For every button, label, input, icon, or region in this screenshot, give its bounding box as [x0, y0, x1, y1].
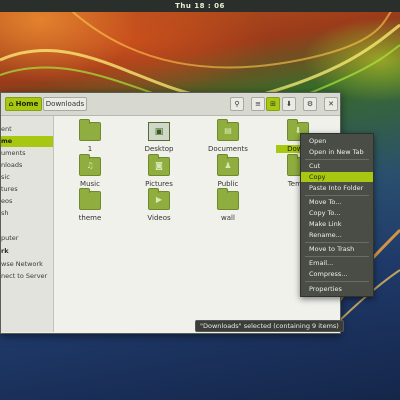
folder-icon [79, 188, 101, 210]
menu-item-rename[interactable]: Rename... [301, 230, 373, 240]
grid-view-button[interactable]: ⊞ [266, 97, 280, 111]
file-item[interactable]: ♟ Public [206, 154, 250, 188]
sidebar-item-downloads[interactable]: nloads [1, 160, 53, 171]
sidebar-item-computer[interactable]: puter [1, 233, 53, 244]
menu-separator [305, 281, 369, 282]
file-item[interactable]: ◙ Pictures [137, 154, 181, 188]
sidebar-item-home[interactable]: me [1, 136, 53, 147]
menu-item-copy-to[interactable]: Copy To... [301, 208, 373, 218]
list-view-button[interactable]: ≡ [251, 97, 265, 111]
search-button[interactable]: ⚲ [230, 97, 244, 111]
close-button[interactable]: ✕ [324, 97, 338, 111]
menu-item-cut[interactable]: Cut [301, 161, 373, 171]
sidebar-item-music[interactable]: sic [1, 172, 53, 183]
sidebar-header-network: rk [1, 247, 9, 255]
menu-item-open-new-tab[interactable]: Open in New Tab [301, 147, 373, 157]
menu-separator [305, 195, 369, 196]
file-item[interactable]: ♫ Music [68, 154, 112, 188]
file-item[interactable]: ▶ Videos [137, 188, 181, 222]
menu-item-copy[interactable]: Copy [301, 172, 373, 182]
context-menu: Open Open in New Tab Cut Copy Paste Into… [300, 133, 374, 297]
menu-separator [305, 159, 369, 160]
search-icon: ⚲ [234, 100, 240, 108]
sidebar-item-connect-server[interactable]: nect to Server [1, 271, 53, 282]
menu-item-move-to[interactable]: Move To... [301, 197, 373, 207]
status-bar: "Downloads" selected (containing 9 items… [195, 320, 344, 332]
file-view: 1 ▣ Desktop ▤ Documents ⬇ Downl ♫ Music … [54, 116, 340, 333]
desktop-folder-icon: ▣ [148, 122, 170, 141]
file-item[interactable]: 1 [68, 119, 112, 153]
file-label: wall [221, 214, 235, 222]
menu-item-properties[interactable]: Properties [301, 284, 373, 294]
file-label: Documents [208, 145, 248, 153]
file-item[interactable]: theme [68, 188, 112, 222]
sidebar-item-pictures[interactable]: tures [1, 184, 53, 195]
path-home-button[interactable]: ⌂ Home [5, 97, 42, 111]
home-icon: ⌂ [8, 100, 14, 108]
file-label: Pictures [145, 180, 173, 188]
gear-icon: ⚙ [306, 100, 314, 108]
menu-item-make-link[interactable]: Make Link [301, 219, 373, 229]
file-item[interactable]: ▣ Desktop [137, 122, 181, 153]
path-downloads-button[interactable]: Downloads [43, 97, 87, 111]
grid-icon: ⊞ [270, 100, 276, 108]
menu-separator [305, 242, 369, 243]
file-manager-window: ⌂ Home Downloads ⚲ ≡ ⊞ ⬇ ⚙ ✕ ent me umen… [0, 92, 341, 334]
list-icon: ≡ [255, 100, 261, 108]
sidebar-item-recent[interactable]: ent [1, 124, 53, 135]
folder-icon: ▶ [148, 188, 170, 210]
arrow-down-icon: ⬇ [286, 100, 292, 108]
menu-item-compress[interactable]: Compress... [301, 269, 373, 279]
menu-item-paste-into-folder[interactable]: Paste Into Folder [301, 183, 373, 193]
menu-item-email[interactable]: Email... [301, 258, 373, 268]
close-icon: ✕ [328, 100, 334, 108]
file-label: Desktop [144, 145, 174, 153]
folder-icon: ▤ [217, 119, 239, 141]
sidebar-item-trash[interactable]: sh [1, 208, 53, 219]
file-label: 1 [87, 145, 93, 153]
file-item[interactable]: ▤ Documents [206, 119, 250, 153]
sidebar-item-documents[interactable]: uments [1, 148, 53, 159]
settings-button[interactable]: ⚙ [303, 97, 317, 111]
file-label: Public [217, 180, 239, 188]
menu-item-open[interactable]: Open [301, 136, 373, 146]
folder-icon [217, 188, 239, 210]
menu-separator [305, 256, 369, 257]
folder-icon: ♟ [217, 154, 239, 176]
folder-icon: ♫ [79, 154, 101, 176]
toolbar: ⌂ Home Downloads ⚲ ≡ ⊞ ⬇ ⚙ ✕ [1, 93, 340, 116]
sidebar-item-browse-network[interactable]: wse Network [1, 259, 53, 270]
folder-icon [79, 119, 101, 141]
file-label: theme [78, 214, 102, 222]
top-panel: Thu 18 : 06 [0, 0, 400, 12]
sidebar-item-videos[interactable]: eos [1, 196, 53, 207]
file-item[interactable]: wall [206, 188, 250, 222]
path-downloads-label: Downloads [45, 100, 85, 108]
sidebar: ent me uments nloads sic tures eos sh pu… [1, 116, 54, 332]
folder-icon: ◙ [148, 154, 170, 176]
view-options-button[interactable]: ⬇ [282, 97, 296, 111]
clock[interactable]: Thu 18 : 06 [175, 2, 225, 10]
path-home-label: Home [15, 100, 39, 108]
file-label: Music [80, 180, 100, 188]
file-label: Videos [147, 214, 171, 222]
menu-item-move-to-trash[interactable]: Move to Trash [301, 244, 373, 254]
